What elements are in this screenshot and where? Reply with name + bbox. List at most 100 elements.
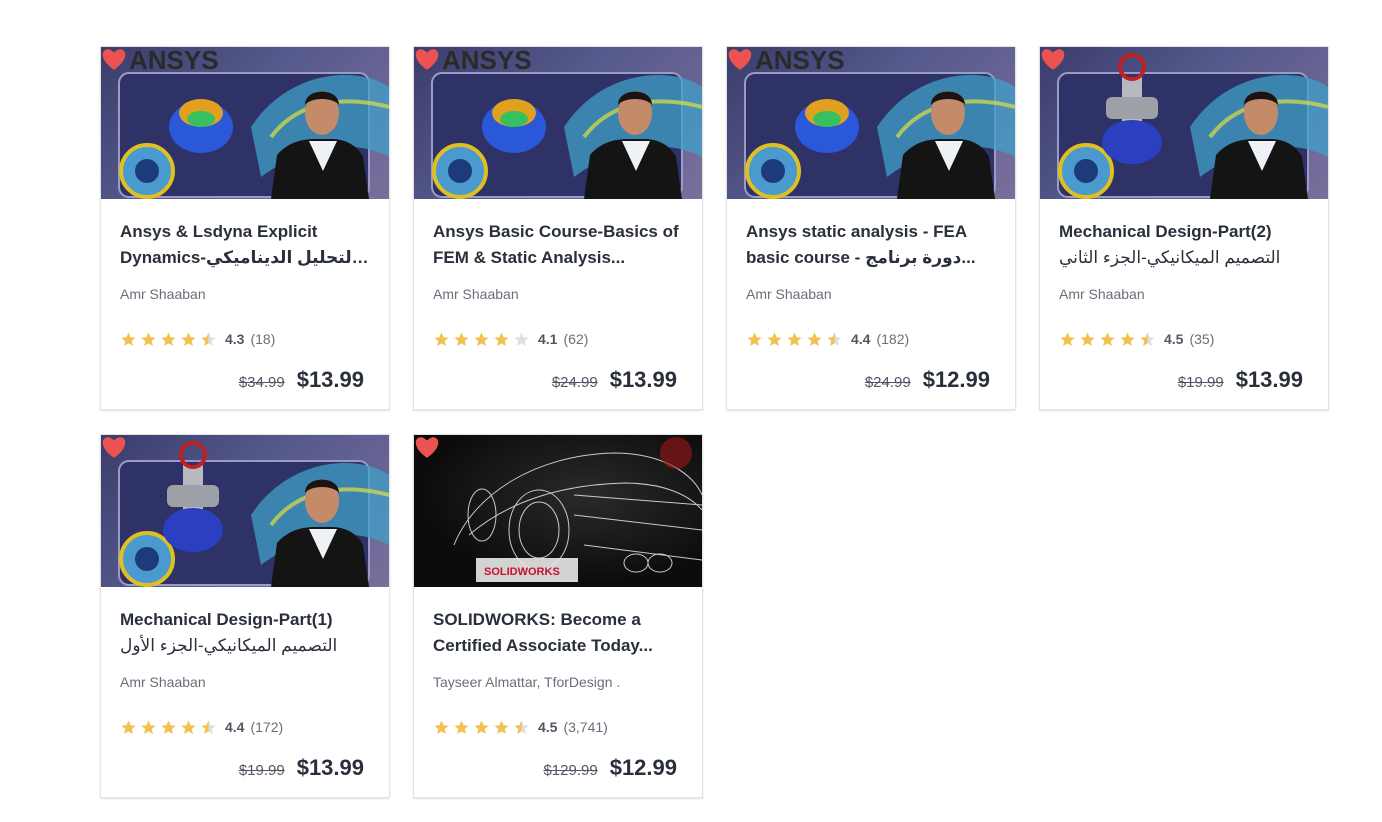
star-icon xyxy=(474,719,489,734)
course-rating: 4.4 (182) xyxy=(746,330,996,348)
review-count: (18) xyxy=(250,331,276,347)
course-card[interactable]: ANSYS Ansys Basic Course-Basics of FEM &… xyxy=(413,46,703,410)
star-icon xyxy=(141,331,156,346)
star-icon xyxy=(1140,331,1155,346)
star-icon xyxy=(121,719,136,734)
course-card[interactable]: ANSYS Ansys static analysis - FEA basic … xyxy=(726,46,1016,410)
course-title[interactable]: Ansys & Lsdyna Explicit Dynamics-التحليل… xyxy=(120,219,370,271)
original-price: $19.99 xyxy=(238,762,285,779)
star-icon xyxy=(181,331,196,346)
star-icon xyxy=(494,331,509,346)
star-icon xyxy=(161,331,176,346)
thumbnail-art: ANSYS xyxy=(744,47,1015,199)
rating-value: 4.5 xyxy=(538,719,558,735)
course-title-line1: Ansys static analysis - FEA xyxy=(746,222,968,241)
course-title[interactable]: Ansys static analysis - FEA basic course… xyxy=(746,219,996,271)
star-icon xyxy=(747,331,762,346)
review-count: (62) xyxy=(563,331,589,347)
course-author: Amr Shaaban xyxy=(746,286,832,302)
star-icon xyxy=(807,331,822,346)
review-count: (35) xyxy=(1189,331,1215,347)
star-icon xyxy=(514,719,529,734)
course-title-line2: Dynamics-التحليل الديناميكي... xyxy=(120,248,370,267)
course-title-line1: Ansys & Lsdyna Explicit xyxy=(120,222,318,241)
original-price: $129.99 xyxy=(543,762,598,779)
brand-logo-text: SOLIDWORKS xyxy=(484,566,560,578)
star-icon xyxy=(1080,331,1095,346)
course-rating: 4.5 (3,741) xyxy=(433,718,683,736)
star-rating xyxy=(746,331,843,348)
course-title[interactable]: Mechanical Design-Part(1) التصميم الميكا… xyxy=(120,607,370,659)
price-block: $129.99 $12.99 xyxy=(543,755,677,781)
course-author: Amr Shaaban xyxy=(120,286,206,302)
course-author: Tayseer Almattar, TforDesign . xyxy=(433,674,621,690)
rating-value: 4.1 xyxy=(538,331,558,347)
star-icon xyxy=(494,719,509,734)
course-title-line2: التصميم الميكانيكي-الجزء الأول xyxy=(120,636,338,655)
thumbnail-art xyxy=(118,441,389,587)
star-icon xyxy=(141,719,156,734)
course-author: Amr Shaaban xyxy=(433,286,519,302)
star-icon xyxy=(767,331,782,346)
course-thumbnail[interactable] xyxy=(101,435,389,587)
course-title-line1: Mechanical Design-Part(1) xyxy=(120,610,333,629)
wishlist-heart-icon[interactable] xyxy=(414,435,440,459)
wishlist-heart-icon[interactable] xyxy=(1040,47,1066,71)
current-price: $13.99 xyxy=(609,367,677,392)
wishlist-heart-icon[interactable] xyxy=(101,47,127,71)
thumbnail-art: SOLIDWORKS xyxy=(453,437,702,582)
current-price: $12.99 xyxy=(922,367,990,392)
course-thumbnail[interactable]: ANSYS xyxy=(101,47,389,199)
course-title-line2: التصميم الميكانيكي-الجزء الثاني xyxy=(1059,248,1281,267)
star-icon xyxy=(1060,331,1075,346)
star-icon xyxy=(201,719,216,734)
wishlist-heart-icon[interactable] xyxy=(414,47,440,71)
star-icon xyxy=(434,331,449,346)
current-price: $13.99 xyxy=(1235,367,1303,392)
star-icon xyxy=(161,719,176,734)
brand-logo-text: ANSYS xyxy=(129,47,219,75)
price-block: $19.99 $13.99 xyxy=(1178,367,1303,393)
course-thumbnail[interactable]: ANSYS xyxy=(727,47,1015,199)
star-rating xyxy=(120,719,217,736)
course-title[interactable]: SOLIDWORKS: Become a Certified Associate… xyxy=(433,607,683,659)
rating-value: 4.5 xyxy=(1164,331,1184,347)
rating-value: 4.4 xyxy=(225,719,245,735)
star-icon xyxy=(474,331,489,346)
star-rating xyxy=(433,331,530,348)
star-icon xyxy=(201,331,216,346)
course-thumbnail[interactable]: ANSYS xyxy=(414,47,702,199)
course-grid: ANSYS Ansys & Lsdyna Explicit Dynamics-ا… xyxy=(100,46,1329,798)
star-rating xyxy=(120,331,217,348)
star-icon xyxy=(787,331,802,346)
star-icon xyxy=(454,331,469,346)
course-card[interactable]: SOLIDWORKS SOLIDWORKS: Become a Certifie… xyxy=(413,434,703,798)
original-price: $24.99 xyxy=(551,374,598,391)
thumbnail-art: ANSYS xyxy=(431,47,702,199)
course-rating: 4.5 (35) xyxy=(1059,330,1309,348)
brand-logo-text: ANSYS xyxy=(755,47,845,75)
star-icon xyxy=(121,331,136,346)
star-icon xyxy=(827,331,842,346)
review-count: (182) xyxy=(876,331,910,347)
star-icon xyxy=(181,719,196,734)
current-price: $12.99 xyxy=(609,755,677,780)
review-count: (172) xyxy=(250,719,284,735)
course-rating: 4.4 (172) xyxy=(120,718,370,736)
course-title[interactable]: Mechanical Design-Part(2) التصميم الميكا… xyxy=(1059,219,1309,271)
star-rating xyxy=(433,719,530,736)
course-rating: 4.1 (62) xyxy=(433,330,683,348)
course-thumbnail[interactable] xyxy=(1040,47,1328,199)
wishlist-heart-icon[interactable] xyxy=(727,47,753,71)
course-thumbnail[interactable]: SOLIDWORKS xyxy=(414,435,702,587)
course-title[interactable]: Ansys Basic Course-Basics of FEM & Stati… xyxy=(433,219,683,271)
course-card[interactable]: Mechanical Design-Part(1) التصميم الميكا… xyxy=(100,434,390,798)
course-author: Amr Shaaban xyxy=(1059,286,1145,302)
current-price: $13.99 xyxy=(296,755,364,780)
course-card[interactable]: Mechanical Design-Part(2) التصميم الميكا… xyxy=(1039,46,1329,410)
price-block: $19.99 $13.99 xyxy=(239,755,364,781)
course-card[interactable]: ANSYS Ansys & Lsdyna Explicit Dynamics-ا… xyxy=(100,46,390,410)
wishlist-heart-icon[interactable] xyxy=(101,435,127,459)
review-count: (3,741) xyxy=(563,719,608,735)
brand-logo-text: ANSYS xyxy=(442,47,532,75)
